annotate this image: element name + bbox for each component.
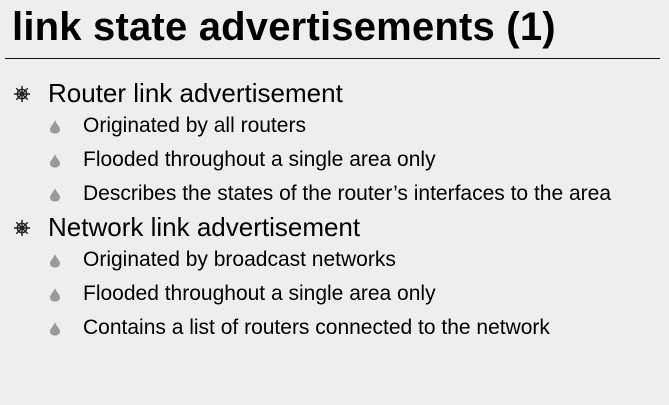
slide-content: Router link advertisement Originated by …: [0, 76, 669, 342]
slide-title: link state advertisements (1): [12, 5, 556, 49]
ships-wheel-icon: [13, 85, 31, 103]
bullet-text: Originated by all routers: [83, 114, 306, 137]
bullet-item: Flooded throughout a single area only: [0, 145, 669, 174]
section-heading-label: Router link advertisement: [48, 78, 343, 108]
bullet-item: Describes the states of the router’s int…: [0, 179, 669, 208]
slide: link state advertisements (1) Router lin…: [0, 0, 669, 405]
bullet-item: Flooded throughout a single area only: [0, 279, 669, 308]
bullet-text: Originated by broadcast networks: [83, 248, 396, 271]
title-divider: [5, 58, 660, 59]
bullet-text: Flooded throughout a single area only: [83, 148, 436, 171]
bullet-item: Originated by all routers: [0, 111, 669, 140]
ships-wheel-icon: [13, 219, 31, 237]
drop-icon: [50, 253, 60, 268]
drop-icon: [50, 287, 60, 302]
bullet-item: Originated by broadcast networks: [0, 245, 669, 274]
drop-icon: [50, 153, 60, 168]
section-heading-router-link: Router link advertisement: [0, 76, 669, 110]
drop-icon: [50, 187, 60, 202]
drop-icon: [50, 119, 60, 134]
bullet-text: Describes the states of the router’s int…: [83, 182, 612, 205]
bullet-item: Contains a list of routers connected to …: [0, 313, 669, 342]
section-heading-network-link: Network link advertisement: [0, 210, 669, 244]
drop-icon: [50, 321, 60, 336]
bullet-text: Flooded throughout a single area only: [83, 282, 436, 305]
bullet-text: Contains a list of routers connected to …: [83, 316, 550, 339]
section-heading-label: Network link advertisement: [48, 212, 361, 242]
